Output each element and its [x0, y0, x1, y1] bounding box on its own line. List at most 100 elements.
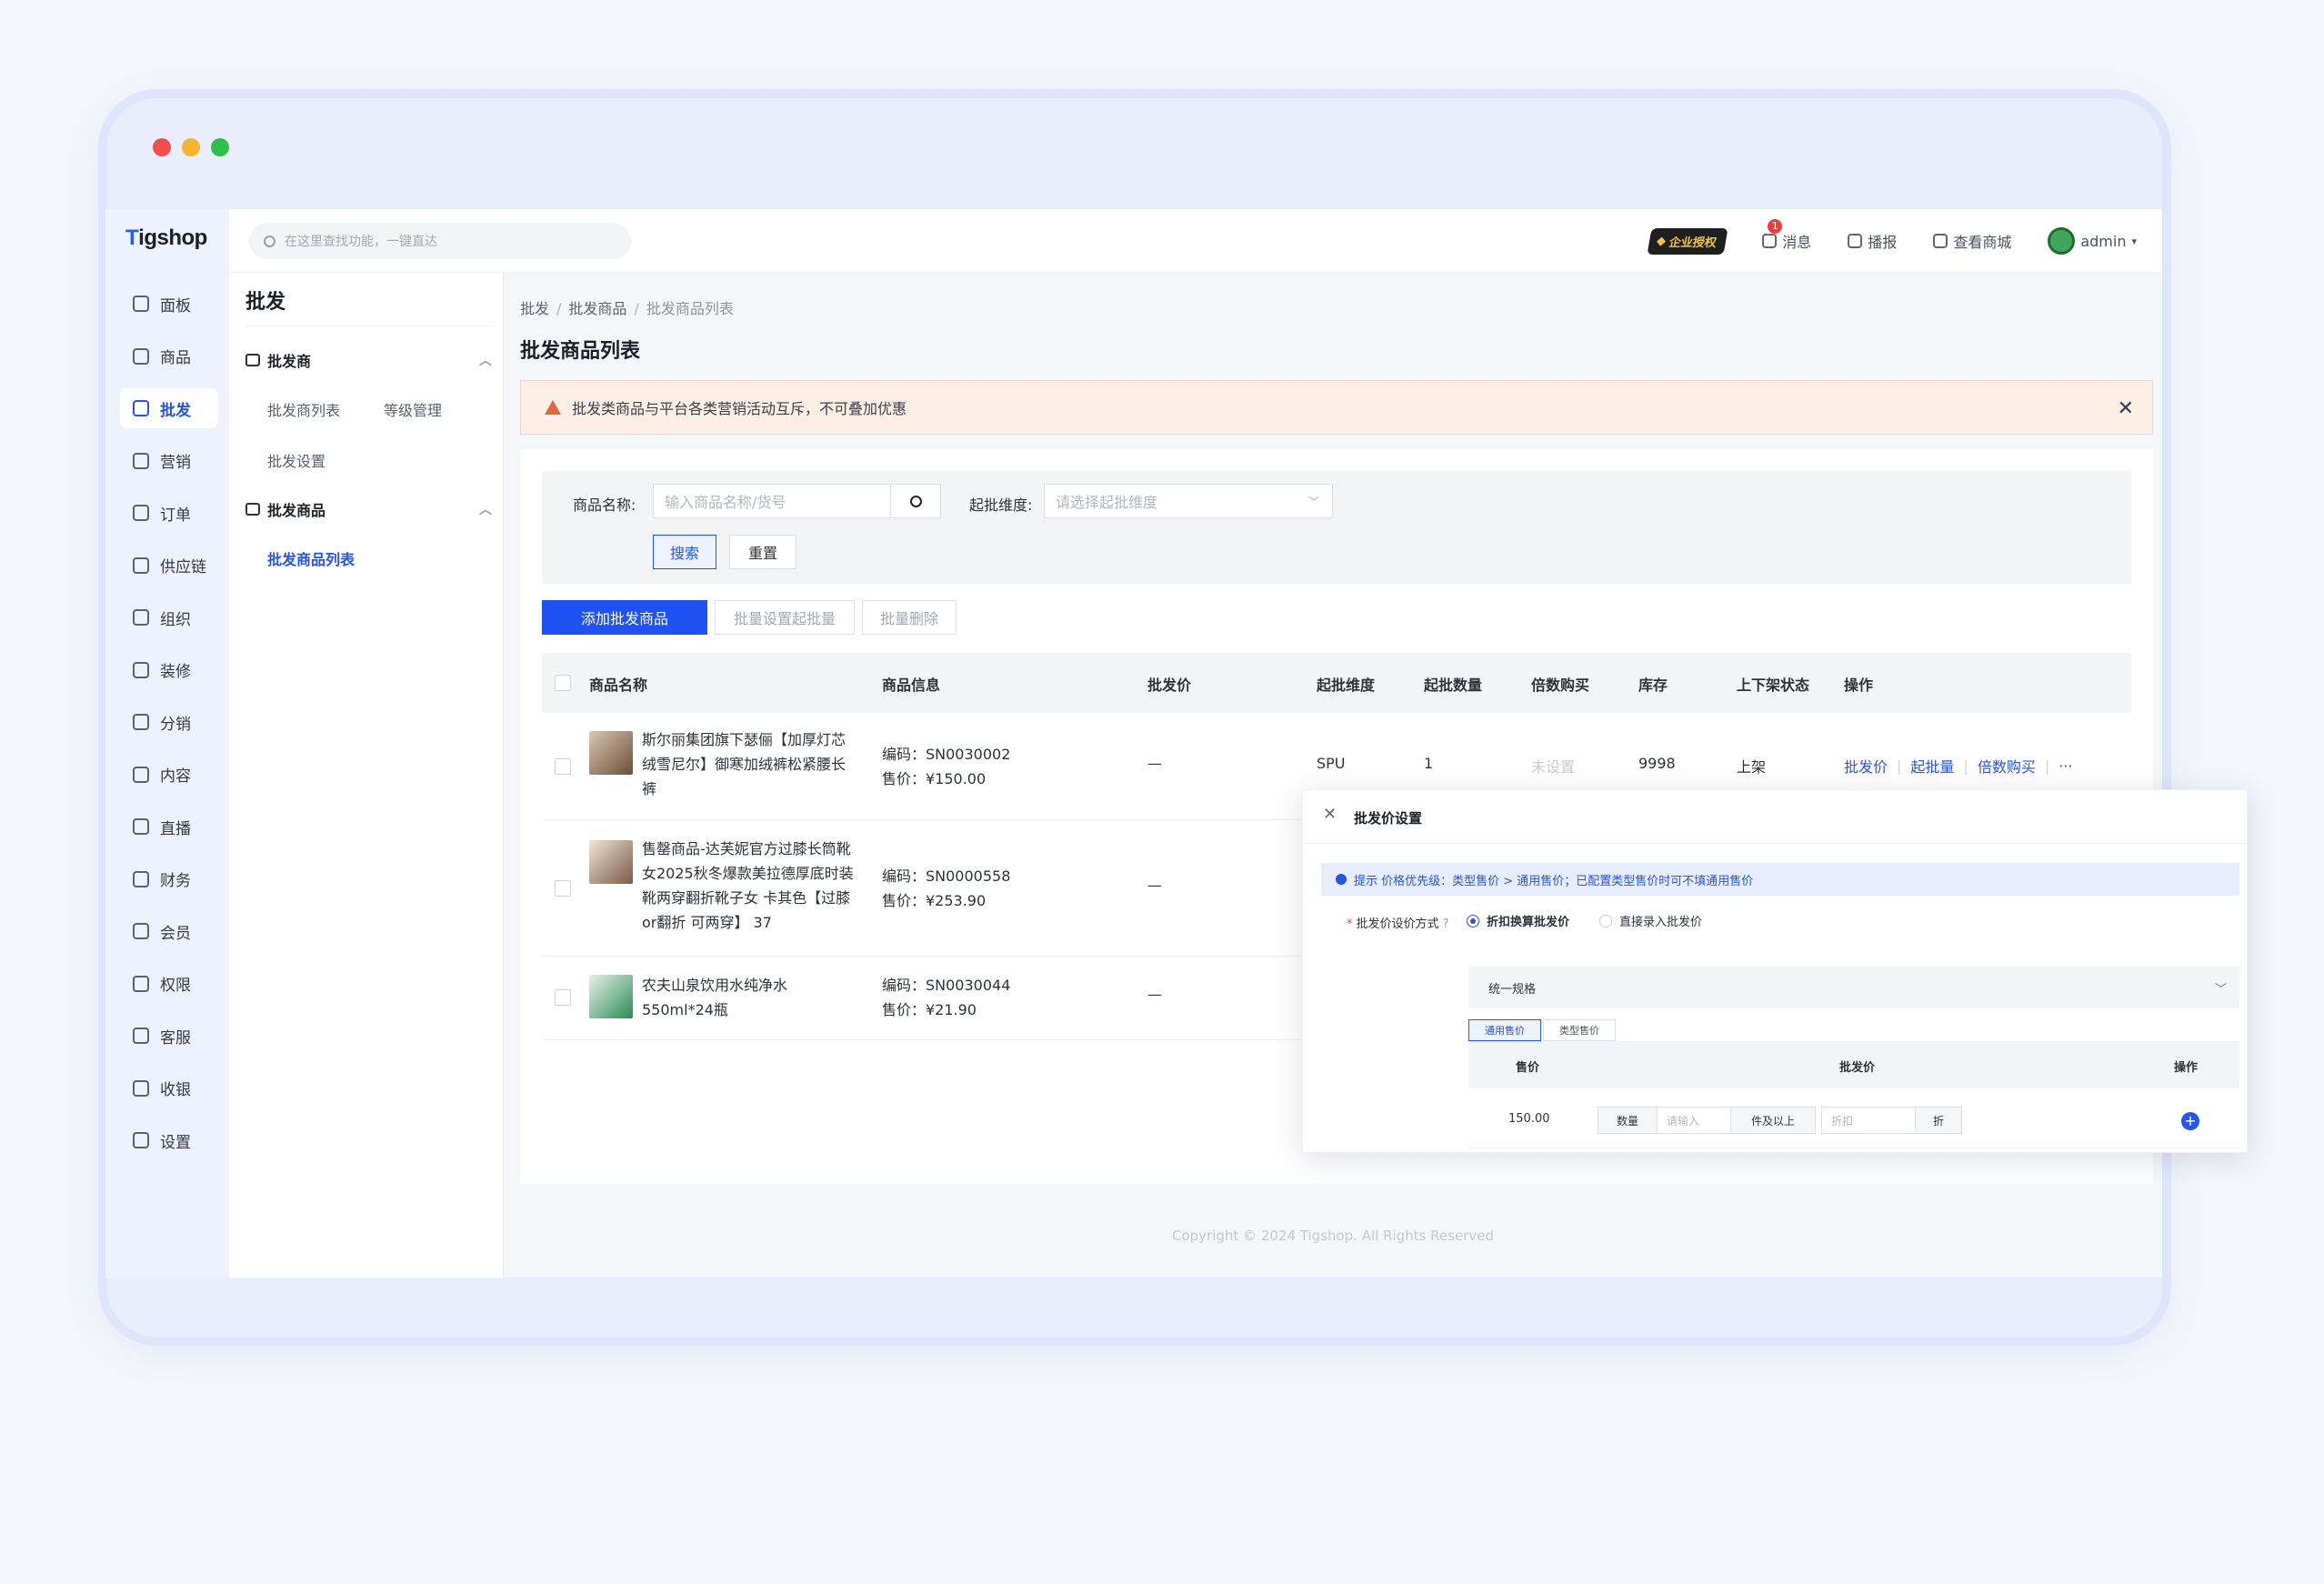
set-wholesale-price-link[interactable]: 批发价 [1844, 755, 1888, 777]
quantity-input[interactable]: 请输入 [1657, 1107, 1731, 1134]
row-checkbox[interactable] [555, 758, 571, 775]
product-name-input[interactable]: 输入商品名称/货号 [653, 484, 891, 518]
close-window-dot[interactable] [153, 138, 171, 156]
col-product-name: 商品名称 [589, 677, 648, 694]
store-icon [245, 354, 260, 366]
chevron-down-icon: ﹀ [1307, 496, 1319, 508]
stock: 9998 [1638, 755, 1676, 772]
user-menu[interactable]: admin ▾ [2048, 227, 2137, 255]
bell-icon [1762, 234, 1778, 248]
rail-item-6[interactable]: 组织 [120, 597, 218, 637]
product-name[interactable]: 农夫山泉饮用水纯净水550ml*24瓶 [642, 973, 858, 1022]
radio-discount-conversion[interactable]: 折扣换算批发价 [1467, 912, 1569, 929]
pricing-method-label: * 批发价设价方式 ? [1347, 917, 1449, 931]
info-icon [1336, 874, 1347, 885]
avatar [2048, 227, 2076, 255]
more-actions-icon[interactable]: ··· [2059, 757, 2072, 775]
nav-link-level-management[interactable]: 等级管理 [384, 398, 442, 420]
search-icon-button[interactable] [890, 484, 941, 518]
rail-item-0[interactable]: 面板 [120, 284, 218, 324]
dimension-filter-label: 起批维度: [969, 496, 1033, 514]
tab-general-price[interactable]: 通用售价 [1468, 1019, 1541, 1041]
batch-delete-button[interactable]: 批量删除 [862, 600, 957, 635]
rail-item-14[interactable]: 客服 [120, 1016, 218, 1056]
rail-item-label: 直播 [160, 819, 191, 838]
rail-item-12[interactable]: 会员 [120, 911, 218, 951]
cashier-icon [133, 1079, 149, 1097]
table-header: 商品名称 商品信息 批发价 起批维度 起批数量 倍数购买 库存 上下架状态 操作 [542, 653, 2131, 713]
view-store-button[interactable]: 查看商城 [1933, 230, 2011, 252]
message-count-badge: 1 [1768, 219, 1783, 234]
nav-group-wholesaler[interactable]: 批发商 ︿ [245, 349, 492, 371]
help-icon: ? [1442, 917, 1449, 931]
batch-set-moq-button[interactable]: 批量设置起批量 [715, 600, 855, 635]
rail-item-15[interactable]: 收银 [120, 1068, 218, 1108]
search-placeholder: 在这里查找功能，一键直达 [285, 235, 437, 249]
product-name[interactable]: 售罄商品-达芙妮官方过膝长筒靴女2025秋冬爆款美拉德厚底时装靴两穿翻折靴子女 … [642, 837, 858, 935]
rail-item-label: 收银 [160, 1081, 191, 1099]
close-icon[interactable]: ✕ [2118, 397, 2134, 420]
broadcast-button[interactable]: 播报 [1848, 230, 1897, 252]
rail-item-label: 营销 [160, 454, 191, 472]
rail-item-3[interactable]: 营销 [120, 441, 218, 481]
rail-item-16[interactable]: 设置 [120, 1120, 218, 1160]
sale-price: 150.00 [1508, 1112, 1550, 1126]
priority-tip: 提示 价格优先级：类型售价 > 通用售价；已配置类型售价时可不填通用售价 [1321, 863, 2239, 896]
dimension-select[interactable]: 请选择起批维度 ﹀ [1044, 484, 1333, 518]
rail-item-label: 组织 [160, 610, 191, 629]
breadcrumb: 批发 / 批发商品 / 批发商品列表 [520, 300, 734, 317]
search-button[interactable]: 搜索 [653, 535, 716, 569]
nav-link-wholesale-settings[interactable]: 批发设置 [267, 449, 326, 471]
distribution-icon [133, 714, 149, 730]
rail-item-9[interactable]: 内容 [120, 755, 218, 795]
price-table-header: 售价 批发价 操作 [1468, 1041, 2239, 1088]
divider [1303, 843, 2247, 844]
breadcrumb-wholesale[interactable]: 批发 [520, 300, 549, 317]
spec-collapse-header[interactable]: 统一规格 ﹀ [1468, 967, 2239, 1008]
minimize-window-dot[interactable] [182, 138, 200, 156]
multiple-purchase-link[interactable]: 倍数购买 [1978, 755, 2036, 777]
search-icon [264, 235, 275, 247]
rail-item-label: 会员 [160, 924, 191, 943]
row-checkbox[interactable] [555, 880, 571, 897]
rail-item-label: 设置 [160, 1133, 191, 1152]
nav-link-wholesale-goods-list[interactable]: 批发商品列表 [267, 547, 355, 569]
maximize-window-dot[interactable] [211, 138, 229, 156]
add-tier-icon[interactable]: + [2181, 1112, 2199, 1130]
radio-direct-entry[interactable]: 直接录入批发价 [1599, 912, 1702, 929]
tab-type-price[interactable]: 类型售价 [1543, 1019, 1616, 1041]
tigshop-logo[interactable]: Tigshop [125, 226, 207, 251]
rail-item-label: 财务 [160, 872, 191, 890]
col-moq-quantity: 起批数量 [1424, 677, 1483, 694]
row-checkbox[interactable] [555, 989, 571, 1006]
rail-item-4[interactable]: 订单 [120, 493, 218, 533]
supply-icon [133, 556, 149, 574]
rail-item-13[interactable]: 权限 [120, 964, 218, 1004]
add-wholesale-goods-button[interactable]: 添加批发商品 [542, 600, 707, 635]
messages-button[interactable]: 1 消息 [1762, 219, 1811, 252]
nav-group-wholesale-goods[interactable]: 批发商品 ︿ [245, 498, 492, 520]
top-bar: 在这里查找功能，一键直达 ◆ 企业授权 1 消息 播报 查看商城 admin ▾ [229, 209, 2162, 273]
rail-item-7[interactable]: 装修 [120, 650, 218, 690]
rail-item-8[interactable]: 分销 [120, 702, 218, 742]
rail-item-5[interactable]: 供应链 [120, 546, 218, 586]
rail-item-11[interactable]: 财务 [120, 859, 218, 899]
rail-item-1[interactable]: 商品 [120, 336, 218, 376]
rail-item-10[interactable]: 直播 [120, 807, 218, 847]
function-search-input[interactable]: 在这里查找功能，一键直达 [249, 223, 631, 259]
col-price: 售价 [1516, 1061, 1540, 1075]
discount-input[interactable]: 折扣 [1821, 1107, 1916, 1134]
select-all-checkbox[interactable] [555, 675, 571, 691]
breadcrumb-wholesale-goods[interactable]: 批发商品 [568, 300, 626, 317]
status: 上架 [1737, 758, 1767, 776]
chevron-down-icon: ▾ [2131, 235, 2137, 247]
rail-item-2[interactable]: 批发 [120, 388, 218, 428]
product-name[interactable]: 斯尔丽集团旗下瑟俪【加厚灯芯绒雪尼尔】御寒加绒裤松紧腰长裤 [642, 727, 858, 801]
set-moq-link[interactable]: 起批量 [1910, 755, 1954, 777]
filter-bar: 商品名称: 输入商品名称/货号 起批维度: 请选择起批维度 ﹀ 搜索 重置 [542, 471, 2131, 584]
enterprise-badge[interactable]: ◆ 企业授权 [1647, 227, 1728, 255]
reset-button[interactable]: 重置 [729, 535, 796, 569]
nav-link-wholesaler-list[interactable]: 批发商列表 [267, 398, 340, 420]
close-icon[interactable]: ✕ [1323, 805, 1337, 824]
store-icon [133, 400, 149, 416]
